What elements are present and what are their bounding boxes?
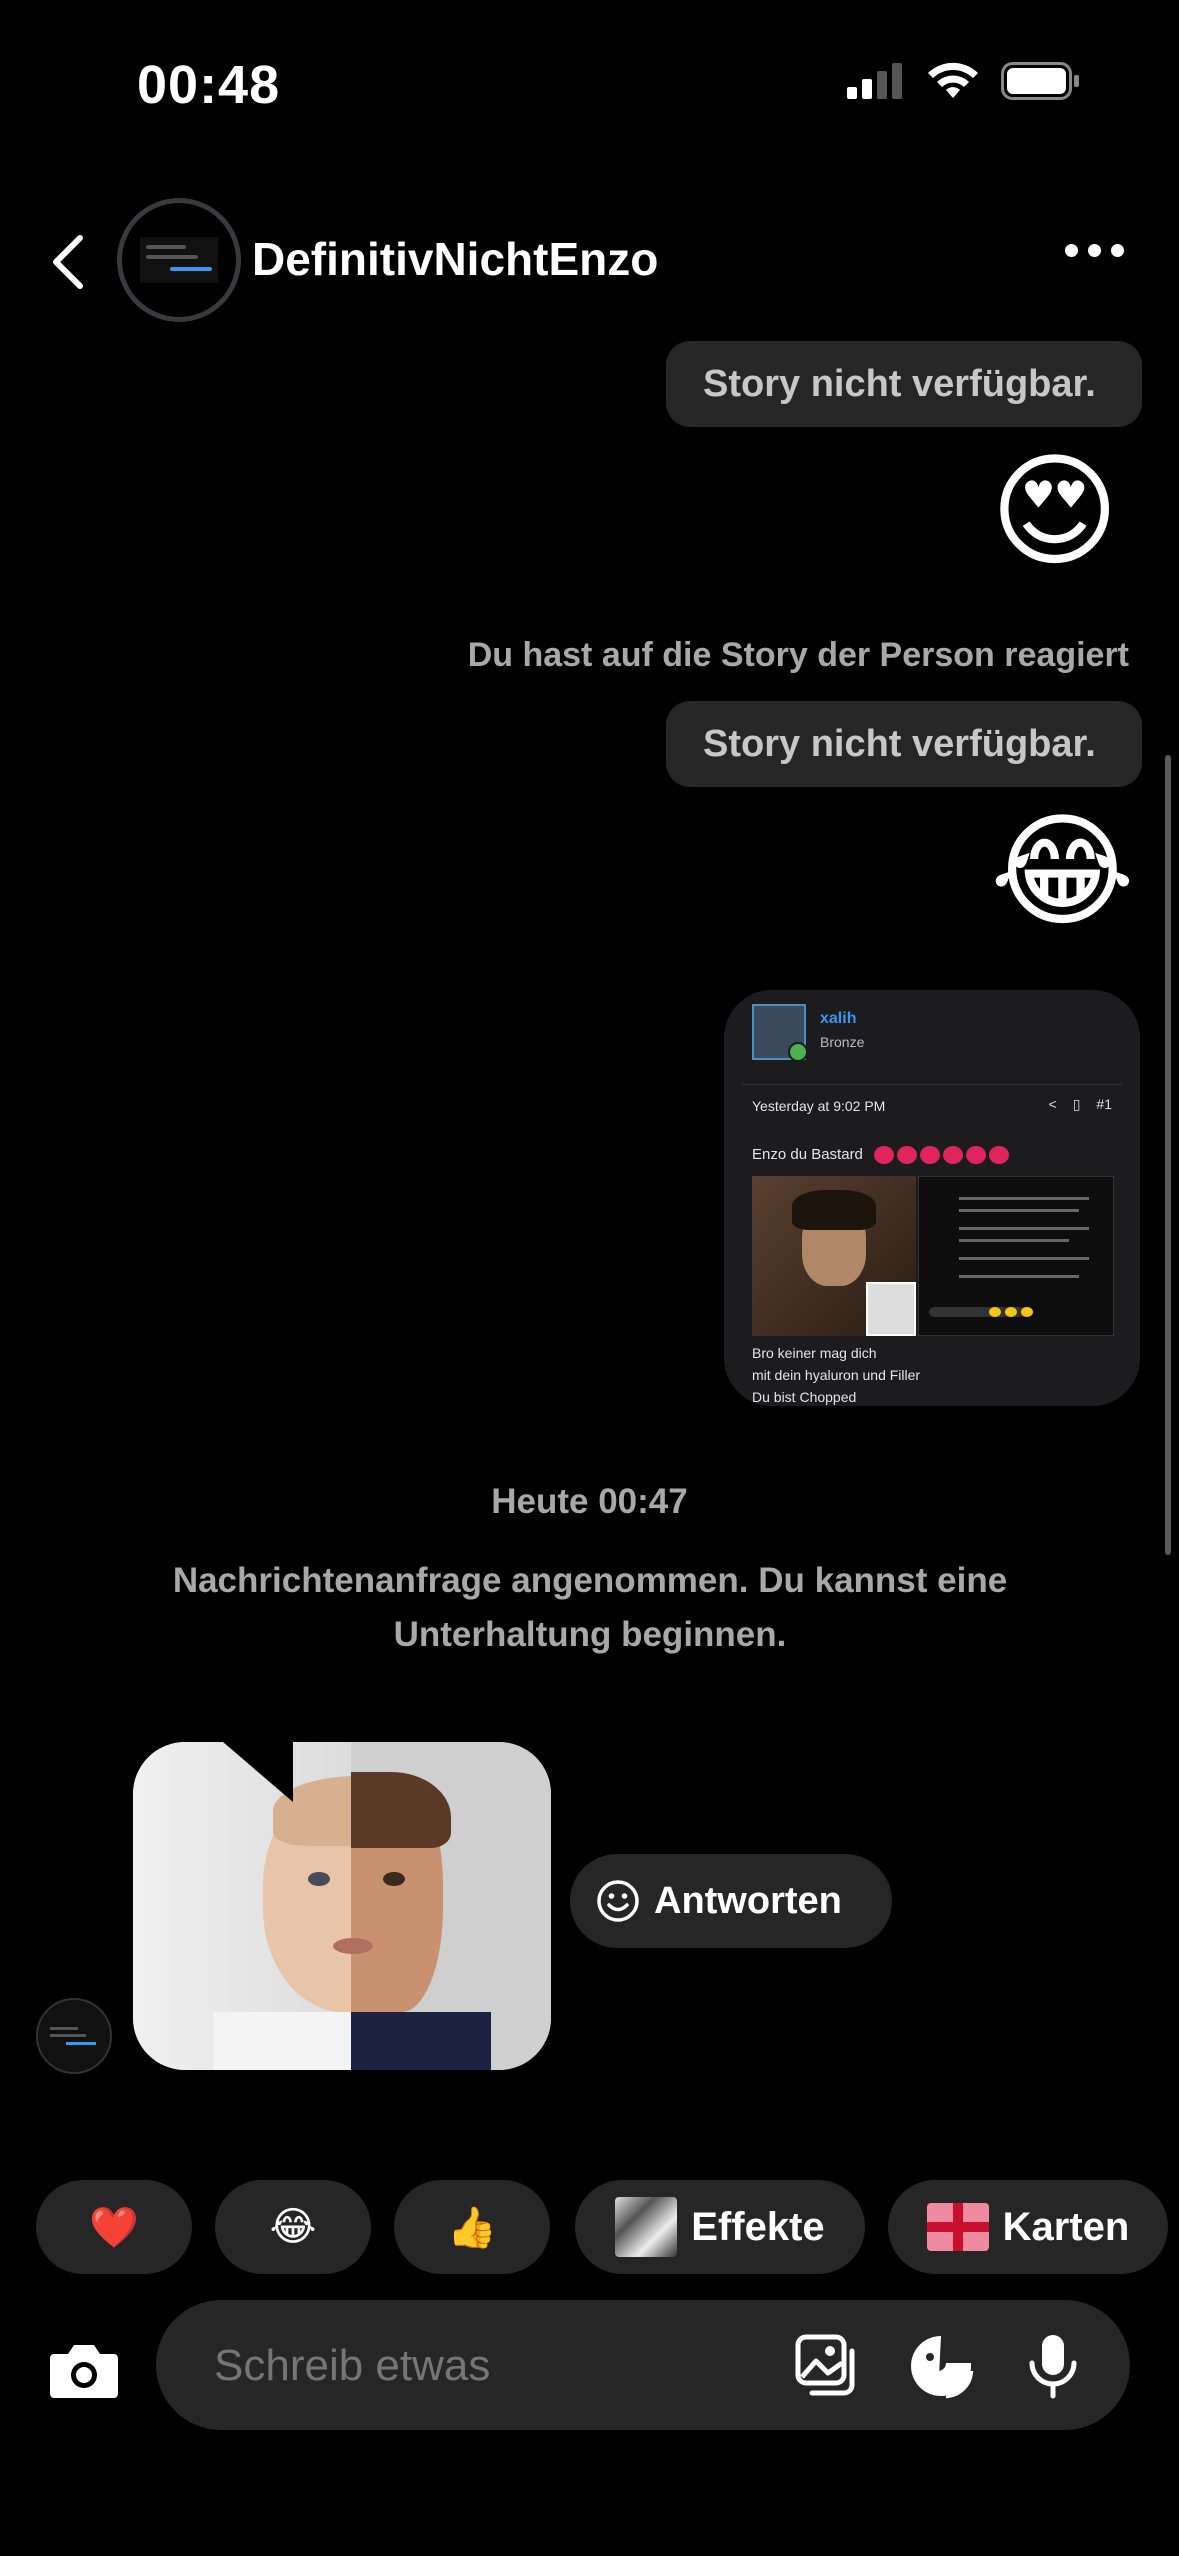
story-unavailable-bubble[interactable]: Story nicht verfügbar.: [666, 701, 1142, 787]
post-caption-line: Du bist Chopped: [752, 1389, 857, 1405]
message-composer[interactable]: [156, 2300, 1130, 2432]
more-options-button[interactable]: [1065, 244, 1124, 257]
cards-label: Karten: [1002, 2204, 1130, 2249]
story-reaction-emoji[interactable]: 😍: [990, 450, 1119, 574]
divider: [742, 1084, 1122, 1085]
bookmark-icon: ▯: [1072, 1096, 1081, 1112]
sticker-button[interactable]: [908, 2333, 974, 2399]
more-dot: [1088, 244, 1101, 257]
gift-card-icon: [926, 2203, 989, 2251]
gallery-button[interactable]: [794, 2333, 860, 2399]
reply-label: Antworten: [654, 1879, 842, 1922]
chat-username[interactable]: DefinitivNichtEnzo: [252, 232, 658, 286]
laughing-emoji-icon: 😂: [269, 2205, 317, 2249]
story-reaction-emoji[interactable]: 😂: [990, 810, 1135, 934]
post-number: #1: [1096, 1096, 1112, 1112]
post-image-photo: [752, 1176, 916, 1336]
request-accepted-note: Nachrichtenanfrage angenommen. Du kannst…: [172, 1561, 1008, 1654]
scrollbar[interactable]: [1165, 755, 1171, 1555]
reply-button[interactable]: Antworten: [570, 1854, 892, 1948]
post-timestamp: Yesterday at 9:02 PM: [752, 1098, 886, 1114]
post-caption-line: Bro keiner mag dich: [752, 1345, 877, 1361]
cellular-signal-icon: [847, 63, 902, 99]
status-icons: [847, 62, 1081, 100]
post-author-rank: Bronze: [820, 1034, 865, 1050]
cards-button[interactable]: Karten: [888, 2180, 1168, 2274]
smiley-icon: [597, 1880, 639, 1922]
message-input[interactable]: [212, 2300, 736, 2432]
effects-label: Effekte: [691, 2204, 825, 2249]
thumbs-up-icon: 👍: [447, 2205, 497, 2250]
quick-reaction-heart[interactable]: ❤️: [36, 2180, 192, 2274]
battery-icon: [1001, 62, 1079, 100]
status-time: 00:48: [137, 55, 281, 115]
post-title: Enzo du Bastard: [752, 1146, 863, 1163]
avatar-image: [140, 237, 218, 283]
quick-reaction-laugh[interactable]: 😂: [215, 2180, 371, 2274]
gallery-icon: [795, 2334, 855, 2396]
quick-reaction-thumbs-up[interactable]: 👍: [394, 2180, 550, 2274]
microphone-icon: [1029, 2335, 1077, 2399]
chevron-left-icon: [53, 235, 83, 289]
post-caption-line: mit dein hyaluron und Filler: [752, 1367, 921, 1383]
post-actions: < ▯ #1: [1049, 1096, 1112, 1113]
camera-button[interactable]: [44, 2330, 124, 2410]
shared-post-card[interactable]: xalih Bronze Yesterday at 9:02 PM < ▯ #1…: [724, 990, 1140, 1406]
back-button[interactable]: [38, 222, 98, 302]
share-icon: <: [1048, 1096, 1057, 1112]
post-image-screenshot: [918, 1176, 1114, 1336]
date-separator: Heute 00:47: [491, 1482, 688, 1521]
profile-avatar[interactable]: [117, 198, 241, 322]
more-dot: [1065, 244, 1078, 257]
more-dot: [1111, 244, 1124, 257]
sender-avatar[interactable]: [36, 1998, 112, 2074]
effects-button[interactable]: Effekte: [575, 2180, 865, 2274]
post-reaction-badges: [874, 1146, 1009, 1164]
microphone-button[interactable]: [1020, 2333, 1086, 2399]
story-unavailable-bubble[interactable]: Story nicht verfügbar.: [666, 341, 1142, 427]
post-author-name: xalih: [820, 1010, 857, 1027]
post-caption: Bro keiner mag dich mit dein hyaluron un…: [752, 1342, 920, 1406]
sticker-icon: [911, 2336, 974, 2399]
effects-thumbnail-icon: [615, 2197, 678, 2257]
wifi-icon: [928, 62, 978, 98]
story-reaction-note: Du hast auf die Story der Person reagier…: [467, 636, 1129, 674]
camera-icon: [50, 2345, 118, 2398]
baby-sticker[interactable]: [133, 1742, 551, 2070]
heart-icon: ❤️: [89, 2205, 139, 2250]
post-author-avatar: [752, 1004, 808, 1062]
